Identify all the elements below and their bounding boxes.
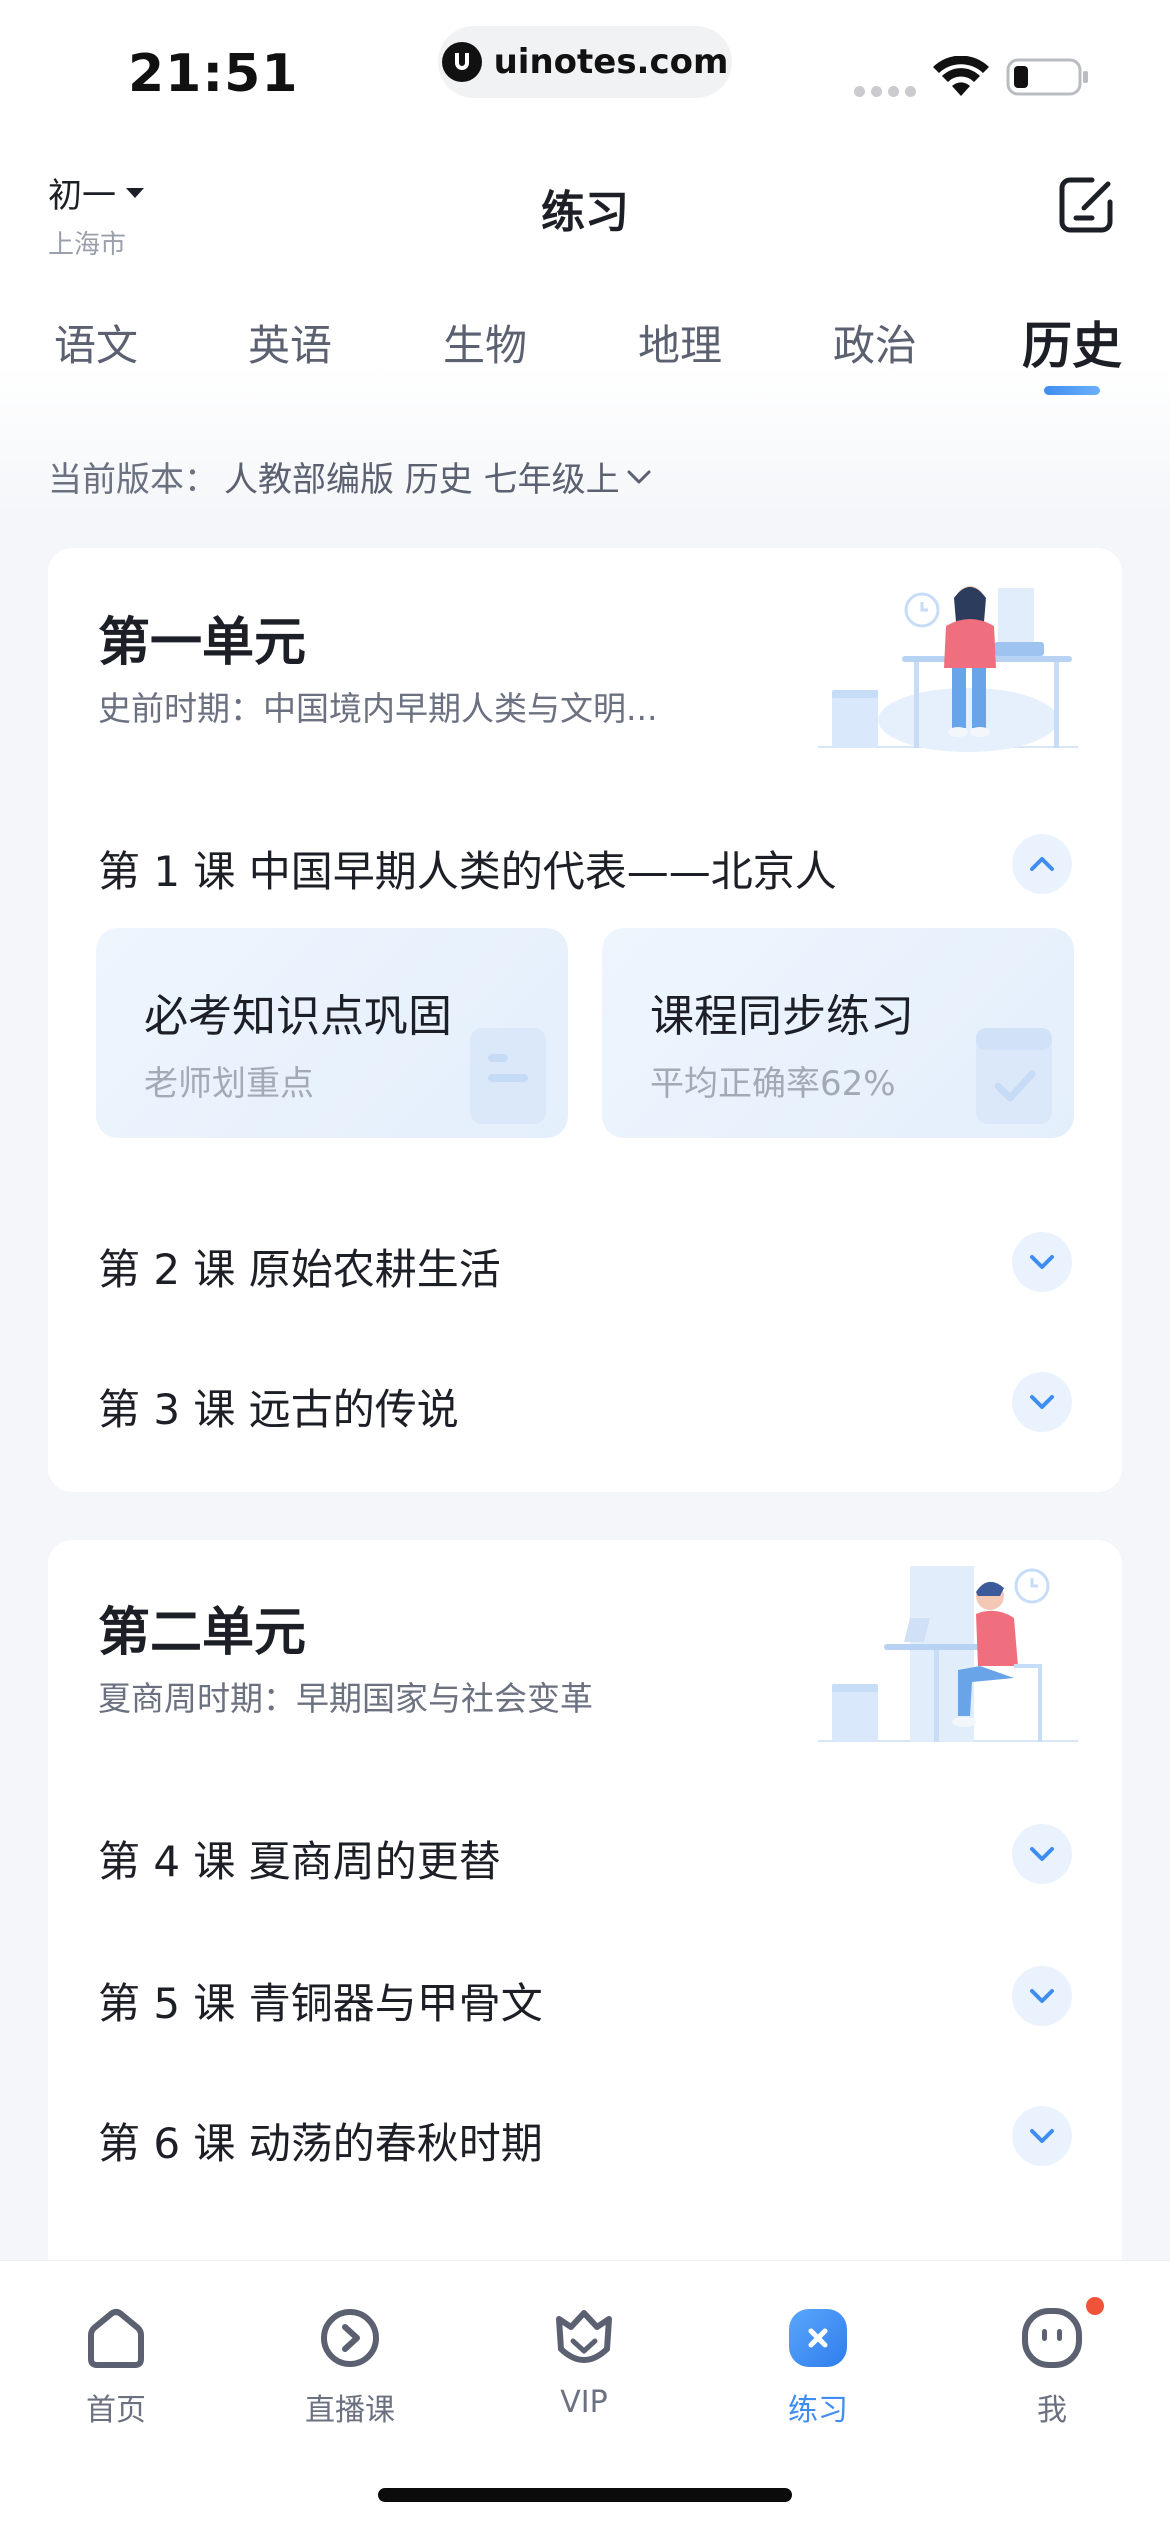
- nav-label: 练习: [788, 2393, 848, 2428]
- nav-home[interactable]: 首页: [36, 2297, 196, 2429]
- active-tab-indicator: [1044, 386, 1100, 395]
- version-value: 人教部编版 历史 七年级上: [224, 460, 620, 500]
- home-icon: [88, 2309, 144, 2368]
- wifi-icon: [933, 56, 989, 96]
- tab-politics[interactable]: 政治: [833, 312, 917, 373]
- status-time: 21:51: [128, 44, 299, 104]
- unit-card: 第二单元 夏商周时期：早期国家与社会变革 第 4 课 夏商周的更替 第 5 课 …: [48, 1540, 1122, 2340]
- collapse-button[interactable]: [1012, 834, 1072, 894]
- expand-button[interactable]: [1012, 1372, 1072, 1432]
- lesson-row[interactable]: 第 1 课 中国早期人类的代表——北京人: [98, 824, 1072, 904]
- unit-title: 第二单元: [98, 1603, 307, 1663]
- version-selector[interactable]: 当前版本： 人教部编版 历史 七年级上: [48, 452, 652, 501]
- site-logo-icon: [441, 42, 482, 82]
- vip-icon: [556, 2310, 612, 2363]
- checklist-icon: [976, 1028, 1052, 1124]
- lesson-row[interactable]: 第 5 课 青铜器与甲骨文: [98, 1956, 1072, 2036]
- expand-button[interactable]: [1012, 2106, 1072, 2166]
- chevron-up-icon: [1030, 857, 1054, 871]
- edit-note-icon[interactable]: [1056, 174, 1116, 236]
- url-text: uinotes.com: [493, 42, 729, 82]
- lesson-title: 第 4 课 夏商周的更替: [98, 1837, 501, 1886]
- unit-title: 第一单元: [98, 613, 307, 673]
- chevron-down-icon: [1030, 1255, 1054, 1269]
- expand-button[interactable]: [1012, 1966, 1072, 2026]
- unit-subtitle: 夏商周时期：早期国家与社会变革: [98, 1679, 593, 1718]
- profile-icon: [1022, 2308, 1082, 2368]
- unit-card: 第一单元 史前时期：中国境内早期人类与文明... 第 1 课 中国早期人类的代表…: [48, 548, 1122, 1492]
- practice-card-desc: 老师划重点: [144, 1064, 314, 1104]
- practice-card-title: 课程同步练习: [650, 991, 914, 1042]
- page-title: 练习: [541, 187, 629, 238]
- notification-badge: [1086, 2297, 1104, 2315]
- lesson-row[interactable]: 第 2 课 原始农耕生活: [98, 1222, 1072, 1302]
- chevron-down-icon: [1030, 1847, 1054, 1861]
- tab-history[interactable]: 历史: [1022, 306, 1122, 378]
- home-indicator: [378, 2488, 792, 2502]
- key-points-card[interactable]: 必考知识点巩固 老师划重点: [96, 928, 568, 1138]
- subject-tabs: 语文 英语 生物 地理 政治 历史: [0, 300, 1170, 400]
- unit-subtitle: 史前时期：中国境内早期人类与文明...: [98, 689, 658, 728]
- practice-card-desc: 平均正确率62%: [650, 1064, 896, 1104]
- url-pill: uinotes.com: [438, 26, 732, 98]
- nav-label: 我: [1037, 2393, 1067, 2428]
- student-studying-illustration: [818, 586, 1078, 752]
- tab-biology[interactable]: 生物: [443, 312, 527, 373]
- practice-card-title: 必考知识点巩固: [144, 991, 452, 1042]
- lesson-row[interactable]: 第 3 课 远古的传说: [98, 1362, 1072, 1442]
- nav-label: 首页: [86, 2393, 146, 2428]
- nav-profile[interactable]: 我: [972, 2297, 1132, 2429]
- lesson-title: 第 2 课 原始农耕生活: [98, 1245, 501, 1294]
- nav-live[interactable]: 直播课: [270, 2297, 430, 2429]
- nav-label: VIP: [560, 2385, 608, 2420]
- nav-vip[interactable]: VIP: [504, 2297, 664, 2420]
- chevron-down-icon: [1030, 1395, 1054, 1409]
- lesson-title: 第 6 课 动荡的春秋时期: [98, 2119, 543, 2168]
- lesson-title: 第 5 课 青铜器与甲骨文: [98, 1979, 543, 2028]
- lesson-row[interactable]: 第 6 课 动荡的春秋时期: [98, 2096, 1072, 2176]
- nav-label: 直播课: [305, 2393, 395, 2428]
- expand-button[interactable]: [1012, 1232, 1072, 1292]
- battery-icon: [1006, 58, 1088, 96]
- lesson-title: 第 1 课 中国早期人类的代表——北京人: [98, 847, 837, 896]
- cellular-signal-icon: [854, 86, 916, 97]
- expand-button[interactable]: [1012, 1824, 1072, 1884]
- chevron-down-icon: [627, 470, 651, 483]
- live-icon: [321, 2309, 379, 2367]
- tab-chinese[interactable]: 语文: [54, 312, 138, 373]
- student-writing-illustration: [818, 1566, 1078, 1742]
- lesson-title: 第 3 课 远古的传说: [98, 1385, 459, 1434]
- chevron-down-icon: [1030, 2129, 1054, 2143]
- practice-icon: [789, 2309, 847, 2367]
- tab-english[interactable]: 英语: [248, 312, 332, 373]
- document-icon: [470, 1028, 546, 1124]
- lesson-row[interactable]: 第 4 课 夏商周的更替: [98, 1814, 1072, 1894]
- chevron-down-icon: [1030, 1989, 1054, 2003]
- tab-geography[interactable]: 地理: [638, 312, 722, 373]
- nav-practice[interactable]: 练习: [738, 2297, 898, 2429]
- version-label: 当前版本：: [48, 460, 218, 500]
- sync-practice-card[interactable]: 课程同步练习 平均正确率62%: [602, 928, 1074, 1138]
